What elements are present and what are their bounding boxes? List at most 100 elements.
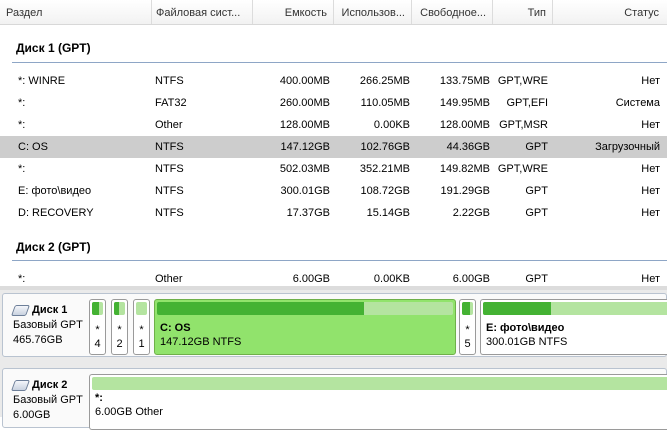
- partition-number: 4: [94, 338, 101, 350]
- usage-fill: [483, 302, 551, 315]
- partition-marker: *: [139, 324, 144, 336]
- disk-type: Базовый GPT: [13, 394, 83, 406]
- usage-bar: [114, 302, 125, 315]
- partition-capacity: 502.03MB: [279, 163, 330, 175]
- group-divider: [12, 62, 667, 63]
- partition-block-e[interactable]: E: фото\видео 300.01GB NTFS: [480, 299, 667, 355]
- partition-status: Нет: [641, 185, 660, 197]
- disk-2-map[interactable]: Диск 2 Базовый GPT 6.00GB *: 6.00GB Othe…: [2, 368, 667, 430]
- disk-size: 465.76GB: [13, 334, 63, 346]
- partition-row[interactable]: E: фото\видео NTFS 300.01GB 108.72GB 191…: [0, 180, 667, 202]
- disk-drive-icon: [10, 380, 31, 391]
- usage-bar: [157, 302, 453, 315]
- disk-1-map[interactable]: Диск 1 Базовый GPT 465.76GB * 4 * 2 * 1 …: [2, 293, 667, 357]
- partition-marker: *: [117, 324, 122, 336]
- usage-bar: [92, 302, 103, 315]
- partition-block-c[interactable]: C: OS 147.12GB NTFS: [154, 299, 456, 355]
- partition-capacity: 17.37GB: [286, 207, 330, 219]
- partition-capacity: 6.00GB: [292, 273, 330, 285]
- partition-capacity: 300.01GB: [280, 185, 330, 197]
- header-type[interactable]: Тип: [493, 0, 553, 24]
- partition-text: *: 6.00GB Other: [95, 391, 163, 419]
- group-divider: [12, 260, 667, 261]
- header-filesystem[interactable]: Файловая сист...: [152, 0, 253, 24]
- partition-row[interactable]: *: WINRE NTFS 400.00MB 266.25MB 133.75MB…: [0, 70, 667, 92]
- partition-used: 0.00KB: [373, 273, 410, 285]
- disk-info: Диск 2 Базовый GPT 6.00GB: [3, 369, 88, 427]
- partition-free: 149.95MB: [439, 97, 490, 109]
- partition-used: 266.25MB: [359, 75, 410, 87]
- partition-block-small[interactable]: * 2: [111, 299, 128, 355]
- partition-status: Загрузочный: [595, 141, 660, 153]
- partition-type: GPT,WRE: [497, 75, 548, 87]
- partition-block-other[interactable]: *: 6.00GB Other: [89, 374, 667, 430]
- partition-list: Диск 1 (GPT) *: WINRE NTFS 400.00MB 266.…: [0, 25, 667, 286]
- column-header: Раздел Файловая сист... Емкость Использо…: [0, 0, 667, 25]
- disk-drive-icon: [10, 305, 31, 316]
- partition-name: *: WINRE: [18, 75, 66, 87]
- usage-fill: [157, 302, 364, 315]
- partition-type: GPT: [525, 207, 548, 219]
- disk-info: Диск 1 Базовый GPT 465.76GB: [3, 294, 88, 356]
- partition-name: *:: [18, 163, 26, 175]
- partition-type: GPT: [525, 141, 548, 153]
- partition-number: 1: [138, 338, 145, 350]
- partition-row-selected[interactable]: C: OS NTFS 147.12GB 102.76GB 44.36GB GPT…: [0, 136, 667, 158]
- partition-capacity: 128.00MB: [279, 119, 330, 131]
- disk-map: Диск 1 Базовый GPT 465.76GB * 4 * 2 * 1 …: [0, 290, 667, 430]
- partition-name: *:: [18, 119, 26, 131]
- partition-filesystem: NTFS: [155, 141, 184, 153]
- partition-filesystem: NTFS: [155, 75, 184, 87]
- partition-free: 2.22GB: [452, 207, 490, 219]
- partition-capacity: 400.00MB: [279, 75, 330, 87]
- header-capacity[interactable]: Емкость: [253, 0, 334, 24]
- partition-filesystem: NTFS: [155, 207, 184, 219]
- header-name[interactable]: Раздел: [0, 0, 152, 24]
- partition-number: 5: [464, 338, 471, 350]
- partition-free: 191.29GB: [440, 185, 490, 197]
- usage-bar: [462, 302, 473, 315]
- header-status[interactable]: Статус: [553, 0, 667, 24]
- partition-status: Нет: [641, 207, 660, 219]
- partition-free: 149.82MB: [439, 163, 490, 175]
- partition-text: C: OS 147.12GB NTFS: [160, 321, 241, 349]
- usage-bar: [483, 302, 667, 315]
- partition-filesystem: Other: [155, 273, 183, 285]
- disk-title: Диск 1: [10, 303, 88, 318]
- header-free[interactable]: Свободное...: [412, 0, 493, 24]
- partition-label: *:: [95, 392, 103, 404]
- header-used[interactable]: Использов...: [334, 0, 412, 24]
- usage-bar: [92, 377, 667, 390]
- partition-free: 44.36GB: [446, 141, 490, 153]
- disk-type: Базовый GPT: [13, 319, 83, 331]
- disk-name: Диск 1: [32, 304, 68, 316]
- partition-row[interactable]: *: NTFS 502.03MB 352.21MB 149.82MB GPT,W…: [0, 158, 667, 180]
- partition-name: E: фото\видео: [18, 185, 92, 197]
- partition-type: GPT: [525, 185, 548, 197]
- partition-row[interactable]: D: RECOVERY NTFS 17.37GB 15.14GB 2.22GB …: [0, 202, 667, 224]
- partition-name: *:: [18, 97, 26, 109]
- partition-name: C: OS: [18, 141, 48, 153]
- partition-row[interactable]: *: Other 6.00GB 0.00KB 6.00GB GPT Нет: [0, 268, 667, 286]
- partition-type: GPT,EFI: [506, 97, 548, 109]
- partition-free: 128.00MB: [439, 119, 490, 131]
- partition-block-small[interactable]: * 1: [133, 299, 150, 355]
- usage-fill: [92, 302, 99, 315]
- partition-block-small[interactable]: * 5: [459, 299, 476, 355]
- partition-name: *:: [18, 273, 26, 285]
- partition-status: Нет: [641, 75, 660, 87]
- partition-used: 110.05MB: [360, 97, 410, 109]
- partition-row[interactable]: *: Other 128.00MB 0.00KB 128.00MB GPT,MS…: [0, 114, 667, 136]
- partition-number: 2: [116, 338, 123, 350]
- partition-info: 300.01GB NTFS: [486, 336, 568, 348]
- partition-free: 133.75MB: [439, 75, 490, 87]
- usage-fill: [462, 302, 470, 315]
- partition-type: GPT,MSR: [499, 119, 548, 131]
- partition-used: 108.72GB: [360, 185, 410, 197]
- partition-status: Нет: [641, 163, 660, 175]
- partition-used: 0.00KB: [373, 119, 410, 131]
- partition-block-small[interactable]: * 4: [89, 299, 106, 355]
- partition-row[interactable]: *: FAT32 260.00MB 110.05MB 149.95MB GPT,…: [0, 92, 667, 114]
- partition-used: 15.14GB: [366, 207, 410, 219]
- partition-filesystem: NTFS: [155, 185, 184, 197]
